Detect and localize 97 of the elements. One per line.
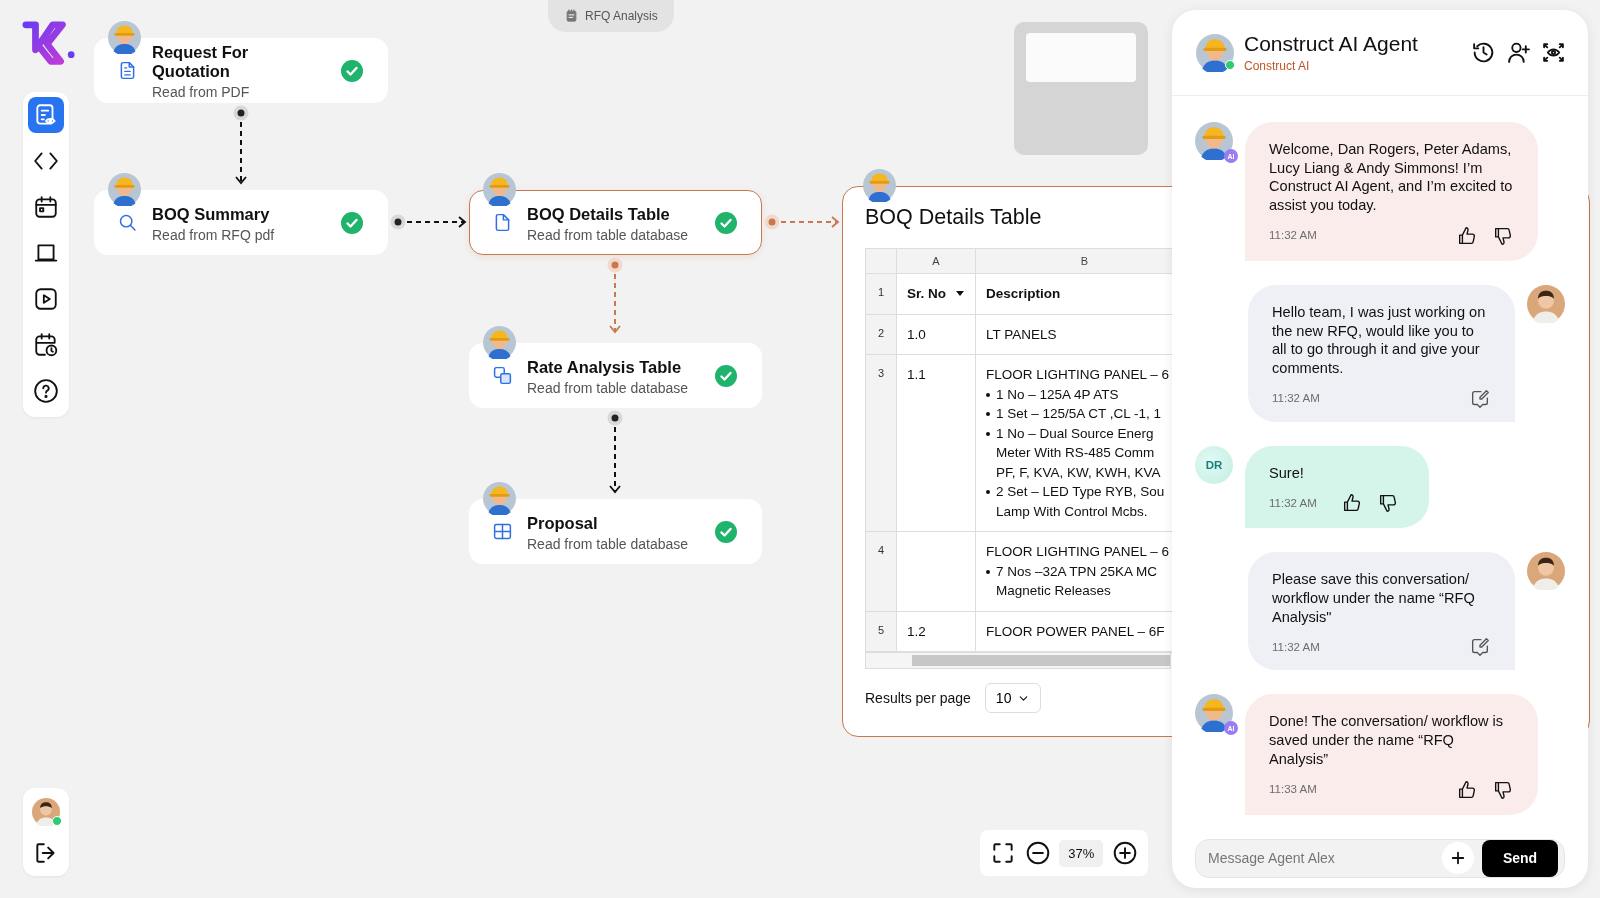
- agent-avatar: [1195, 122, 1233, 160]
- chat-subtitle: Construct AI: [1244, 59, 1311, 73]
- horizontal-scrollbar[interactable]: [865, 653, 1171, 669]
- message-field[interactable]: Message Agent Alex Send: [1195, 838, 1565, 878]
- layers-icon: [492, 365, 513, 386]
- eye-scan-icon[interactable]: [1541, 40, 1566, 65]
- table-cell: 1.1: [897, 355, 976, 532]
- workflow-tab[interactable]: RFQ Analysis: [548, 0, 674, 32]
- node-subtitle: Read from PDF: [152, 84, 251, 100]
- page-size-select[interactable]: 10: [984, 683, 1042, 713]
- initials-avatar: DR: [1195, 445, 1233, 484]
- row-number: 2: [866, 314, 897, 355]
- user-avatar: [1527, 552, 1565, 591]
- worker-avatar: [863, 169, 896, 202]
- bullet-dot: [986, 392, 990, 397]
- workflow-node[interactable]: BOQ Details Table Read from table database: [469, 190, 762, 255]
- connector-arrow: [609, 273, 621, 334]
- row-number: 4: [866, 532, 897, 612]
- connector-arrow: [609, 426, 621, 494]
- notepad-icon: [564, 8, 579, 23]
- node-subtitle: Read from RFQ pdf: [152, 226, 276, 243]
- row-number: 3: [866, 355, 897, 532]
- edit-comment-icon[interactable]: [1469, 387, 1491, 410]
- table-cell: LT PANELS: [986, 326, 1057, 342]
- connector-dot[interactable]: [607, 410, 623, 426]
- message-text: Please save this conversation/ workflow under the name “RFQ Analysis": [1272, 570, 1476, 627]
- bullet-dot: [986, 431, 990, 436]
- results-label: Results per page: [865, 690, 971, 706]
- zoom-in-icon[interactable]: [1111, 840, 1138, 866]
- thumbs-up-icon[interactable]: [1456, 778, 1478, 801]
- bullet-dot: [986, 490, 990, 494]
- message-text: Done! The conversation/ workflow is saved under the name “RFQ Analysis”: [1269, 712, 1505, 769]
- thumbs-up-icon[interactable]: [1456, 224, 1478, 247]
- zoom-level: 37%: [1059, 839, 1104, 867]
- connector-dot[interactable]: [233, 105, 249, 121]
- message-text: Welcome, Dan Rogers, Peter Adams, Lucy Liang & Andy Simmons! I’m Construct AI Agent, and I’m excited to assist you today.: [1269, 140, 1514, 215]
- message-time: 11:32 AM: [1269, 228, 1318, 244]
- workflow-node[interactable]: Request For Quotation Read from PDF: [94, 38, 388, 103]
- bullet-text: PF, F, KVA, KW, KWH, KVA: [996, 463, 1161, 482]
- connector-arrow: [235, 121, 247, 185]
- column-letter: A: [897, 249, 976, 274]
- message-time: 11:32 AM: [1269, 495, 1317, 511]
- bullet-dot: [986, 412, 990, 416]
- bullet-text: Lamp With Control Mcbs.: [996, 502, 1149, 521]
- user-avatar: [32, 798, 60, 826]
- bullet-dot: [986, 569, 990, 574]
- cell-text: FLOOR LIGHTING PANEL – 6: [986, 366, 1170, 384]
- bullet-text: 2 Set – LED Type RYB, Sou: [996, 483, 1165, 501]
- table-cell: 1.0: [897, 314, 976, 355]
- node-subtitle: Read from table database: [527, 535, 690, 552]
- send-button[interactable]: Send: [1482, 839, 1558, 877]
- node-title: Rate Analysis Table: [527, 357, 683, 377]
- connector-dot[interactable]: [607, 257, 623, 273]
- connector-dot[interactable]: [764, 214, 780, 230]
- connector-arrow: [780, 216, 840, 228]
- row-number: 1: [866, 274, 897, 315]
- agent-avatar: [1195, 694, 1233, 733]
- message-text: Sure!: [1269, 463, 1305, 483]
- connector-dot[interactable]: [390, 214, 406, 230]
- node-title: Request For Quotation: [152, 43, 250, 81]
- node-title: BOQ Summary: [152, 204, 271, 224]
- node-title: Proposal: [527, 513, 599, 533]
- bullet-text: 7 Nos –32A TPN 25KA MC: [996, 562, 1158, 581]
- workflow-node[interactable]: Proposal Read from table database: [469, 499, 762, 564]
- header-label: Sr. No: [907, 285, 946, 303]
- column-header[interactable]: Sr. No: [897, 274, 976, 315]
- bullet-text: Magnetic Releases: [996, 582, 1112, 600]
- table-title: BOQ Details Table: [865, 204, 1042, 230]
- connector-arrow: [406, 216, 467, 228]
- table-cell: 1.2: [897, 611, 976, 652]
- bullet-text: 1 No – Dual Source Energ: [996, 424, 1155, 443]
- chat-title: Construct AI Agent: [1244, 32, 1419, 56]
- message-time: 11:32 AM: [1272, 391, 1321, 407]
- history-icon[interactable]: [1471, 40, 1496, 65]
- attach-button[interactable]: [1442, 842, 1474, 875]
- row-number: 5: [866, 611, 897, 652]
- bullet-text: Meter With RS-485 Comm: [996, 444, 1156, 462]
- edit-comment-icon[interactable]: [1469, 636, 1491, 659]
- table-icon: [492, 521, 513, 542]
- user-avatar: [1527, 284, 1565, 323]
- column-header: Description: [986, 285, 1061, 303]
- bullet-text: 1 No – 125A 4P ATS: [996, 385, 1119, 404]
- node-subtitle: Read from table database: [527, 379, 690, 396]
- cell-text: FLOOR LIGHTING PANEL – 6: [986, 543, 1170, 561]
- bullet-text: 1 Set – 125/5A CT ,CL -1, 1: [996, 405, 1162, 423]
- zoom-out-icon[interactable]: [1024, 840, 1051, 866]
- search-icon: [117, 212, 138, 233]
- workflow-node[interactable]: Rate Analysis Table Read from table database: [469, 343, 762, 408]
- table-cell: FLOOR POWER PANEL – 6F: [986, 623, 1165, 639]
- node-title: BOQ Details Table: [527, 204, 671, 224]
- message-text: Hello team, I was just working on the new RFQ, would like you to all to go through it and give your comments.: [1272, 302, 1487, 378]
- workflow-node[interactable]: BOQ Summary Read from RFQ pdf: [94, 190, 388, 255]
- message-time: 11:33 AM: [1269, 782, 1318, 798]
- agent-avatar: [1196, 33, 1234, 72]
- node-subtitle: Read from table database: [527, 226, 690, 243]
- add-user-icon[interactable]: [1506, 40, 1531, 65]
- message-time: 11:32 AM: [1272, 640, 1321, 656]
